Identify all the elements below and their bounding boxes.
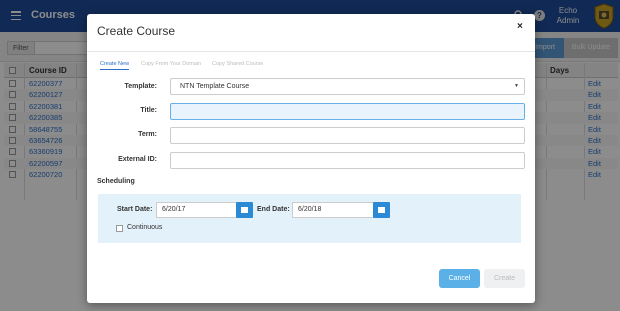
close-icon[interactable]: ×: [517, 21, 523, 32]
tab-copy-shared-course[interactable]: Copy Shared Course: [212, 61, 263, 67]
start-date-label: Start Date:: [117, 206, 153, 213]
term-field[interactable]: [170, 127, 525, 144]
tab-copy-from-domain[interactable]: Copy From Your Domain: [141, 61, 201, 67]
cancel-button[interactable]: Cancel: [439, 269, 480, 288]
title-field[interactable]: [170, 103, 525, 120]
end-date-label: End Date:: [257, 206, 290, 213]
end-date-calendar-icon[interactable]: [373, 202, 390, 218]
external-id-field[interactable]: [170, 152, 525, 169]
continuous-checkbox[interactable]: [116, 225, 123, 232]
end-date-field[interactable]: 6/20/18: [292, 202, 374, 218]
template-label: Template:: [124, 83, 157, 90]
dialog-title: Create Course: [97, 24, 176, 38]
create-button[interactable]: Create: [484, 269, 525, 288]
title-label: Title:: [140, 107, 157, 114]
start-date-field[interactable]: 6/20/17: [156, 202, 238, 218]
tab-bar: Create New Copy From Your Domain Copy Sh…: [98, 61, 528, 73]
tab-create-new[interactable]: Create New: [100, 61, 130, 70]
scheduling-heading: Scheduling: [97, 178, 135, 185]
scheduling-panel: Start Date: 6/20/17 End Date: 6/20/18 Co…: [98, 194, 521, 243]
template-selected-value: NTN Template Course: [180, 83, 250, 90]
external-id-label: External ID:: [118, 156, 157, 163]
template-select[interactable]: NTN Template Course ▼: [170, 78, 525, 95]
continuous-label[interactable]: Continuous: [127, 224, 162, 231]
start-date-calendar-icon[interactable]: [236, 202, 253, 218]
create-course-dialog: Create Course × Create New Copy From You…: [87, 14, 535, 303]
term-label: Term:: [138, 131, 157, 138]
divider: [87, 51, 535, 52]
dropdown-caret-icon: ▼: [514, 83, 519, 89]
